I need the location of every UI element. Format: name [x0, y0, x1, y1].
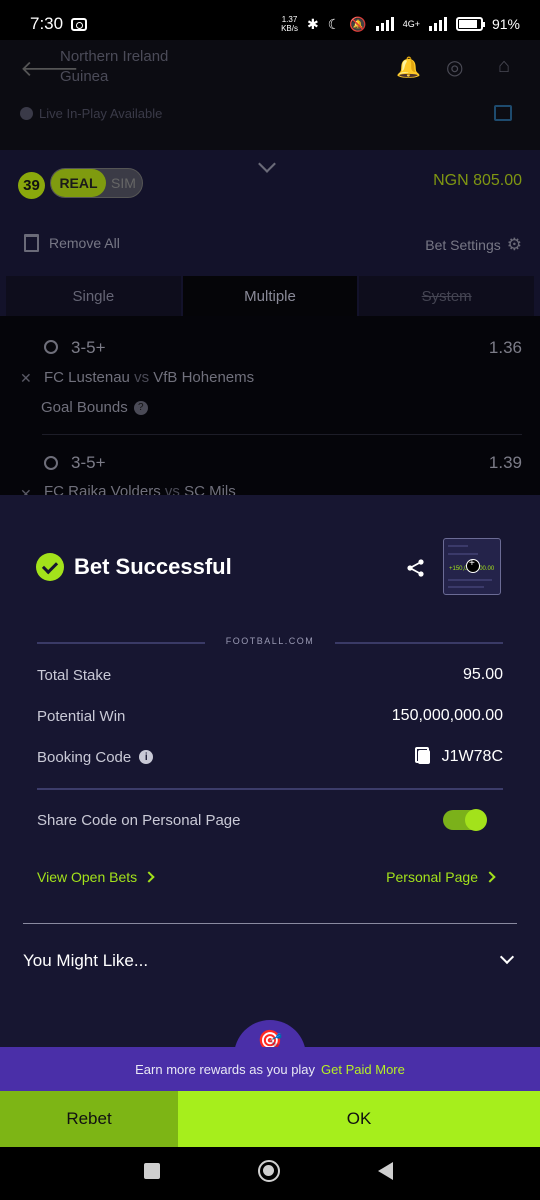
bell-icon[interactable]: 🔔	[396, 55, 421, 80]
share-code-toggle[interactable]	[443, 809, 487, 831]
moon-icon: ☾	[327, 15, 341, 32]
match-title: Northern Ireland Guinea	[60, 48, 169, 85]
personal-page-link[interactable]: Personal Page	[386, 869, 496, 885]
gear-icon: ⚙	[506, 235, 522, 254]
chevron-right-icon	[143, 871, 155, 883]
selections-list: 3-5+ 1.36 ✕ FC Lustenau vs VfB Hohenems …	[0, 316, 540, 495]
home-icon[interactable]: ⌂	[498, 55, 510, 78]
get-paid-more-link[interactable]: Get Paid More	[321, 1062, 405, 1077]
tab-single[interactable]: Single	[6, 276, 181, 316]
signal-icon	[375, 17, 394, 31]
signal-icon-2	[428, 17, 447, 31]
live-in-play-row: Live In-Play Available	[20, 106, 162, 121]
tab-system[interactable]: System	[359, 276, 535, 316]
divider	[23, 923, 517, 924]
total-stake-value: 95.00	[462, 666, 503, 683]
bet-preview-thumbnail[interactable]: +150,000,000.00	[443, 538, 501, 595]
football-icon	[44, 456, 58, 470]
chevron-right-icon	[484, 871, 496, 883]
status-icons: 1.37 KB/s ✱ ☾ 🔕 4G+ 91%	[281, 15, 520, 33]
football-icon	[44, 340, 58, 354]
real-sim-toggle[interactable]: REAL SIM	[50, 168, 143, 198]
bluetooth-icon: ✱	[306, 15, 319, 32]
brand-divider: FOOTBALL.COM	[37, 636, 503, 650]
info-icon[interactable]: i	[139, 750, 154, 764]
copy-icon[interactable]	[414, 747, 430, 764]
back-icon[interactable]	[378, 1162, 393, 1180]
balance: NGN 805.00	[433, 172, 522, 189]
recents-icon[interactable]	[144, 1163, 160, 1179]
network-type: 4G+	[402, 19, 420, 29]
potential-win-row: Potential Win 150,000,000.00	[37, 707, 503, 725]
match-teams: FC Lustenau vs VfB Hohenems	[44, 369, 255, 386]
match-teams: FC Raika Volders vs SC Mils	[44, 483, 236, 495]
bet-settings-button[interactable]: Bet Settings ⚙	[425, 235, 522, 255]
network-speed: 1.37 KB/s	[281, 15, 298, 33]
share-icon[interactable]	[406, 558, 426, 578]
trash-icon	[24, 234, 39, 252]
zoom-in-icon	[466, 558, 480, 573]
brand-logo: FOOTBALL.COM	[225, 636, 315, 646]
potential-win-value: 150,000,000.00	[391, 707, 503, 724]
tab-multiple[interactable]: Multiple	[182, 276, 358, 316]
divider	[37, 788, 503, 790]
divider	[42, 434, 522, 435]
modal-title: Bet Successful	[74, 554, 232, 579]
play-icon	[20, 107, 33, 120]
remove-selection-icon[interactable]: ✕	[20, 370, 32, 387]
booking-code-value: J1W78C	[441, 748, 503, 765]
booking-code-row: Booking Code i J1W78C	[37, 747, 503, 766]
rebet-button[interactable]: Rebet	[0, 1091, 178, 1147]
chart-icon[interactable]	[494, 105, 512, 121]
real-mode-label: REAL	[51, 169, 106, 197]
you-might-like-header[interactable]: You Might Like...	[23, 951, 148, 971]
promo-banner[interactable]: Earn more rewards as you play Get Paid M…	[0, 1047, 540, 1091]
view-open-bets-link[interactable]: View Open Bets	[37, 869, 155, 885]
betslip-icon[interactable]: ◎	[446, 55, 463, 80]
ok-button[interactable]: OK	[178, 1091, 540, 1147]
bet-type: Goal Bounds ?	[41, 399, 148, 416]
remove-all-button[interactable]: Remove All	[24, 234, 120, 252]
battery-percent: 91%	[491, 16, 520, 32]
sim-mode-label: SIM	[111, 175, 136, 191]
remove-selection-icon[interactable]: ✕	[20, 486, 32, 495]
total-stake-row: Total Stake 95.00	[37, 666, 503, 684]
selection-count-badge: 39	[18, 172, 45, 199]
check-circle-icon	[36, 553, 64, 581]
battery-icon	[455, 17, 485, 31]
camera-icon	[71, 17, 88, 31]
status-time: 7:30	[30, 14, 64, 33]
bet-type-tabs: Single Multiple System	[6, 276, 535, 316]
home-button-icon[interactable]	[258, 1160, 280, 1182]
share-code-row: Share Code on Personal Page	[37, 809, 503, 831]
silent-icon: 🔕	[349, 15, 367, 32]
help-icon[interactable]: ?	[133, 400, 148, 415]
